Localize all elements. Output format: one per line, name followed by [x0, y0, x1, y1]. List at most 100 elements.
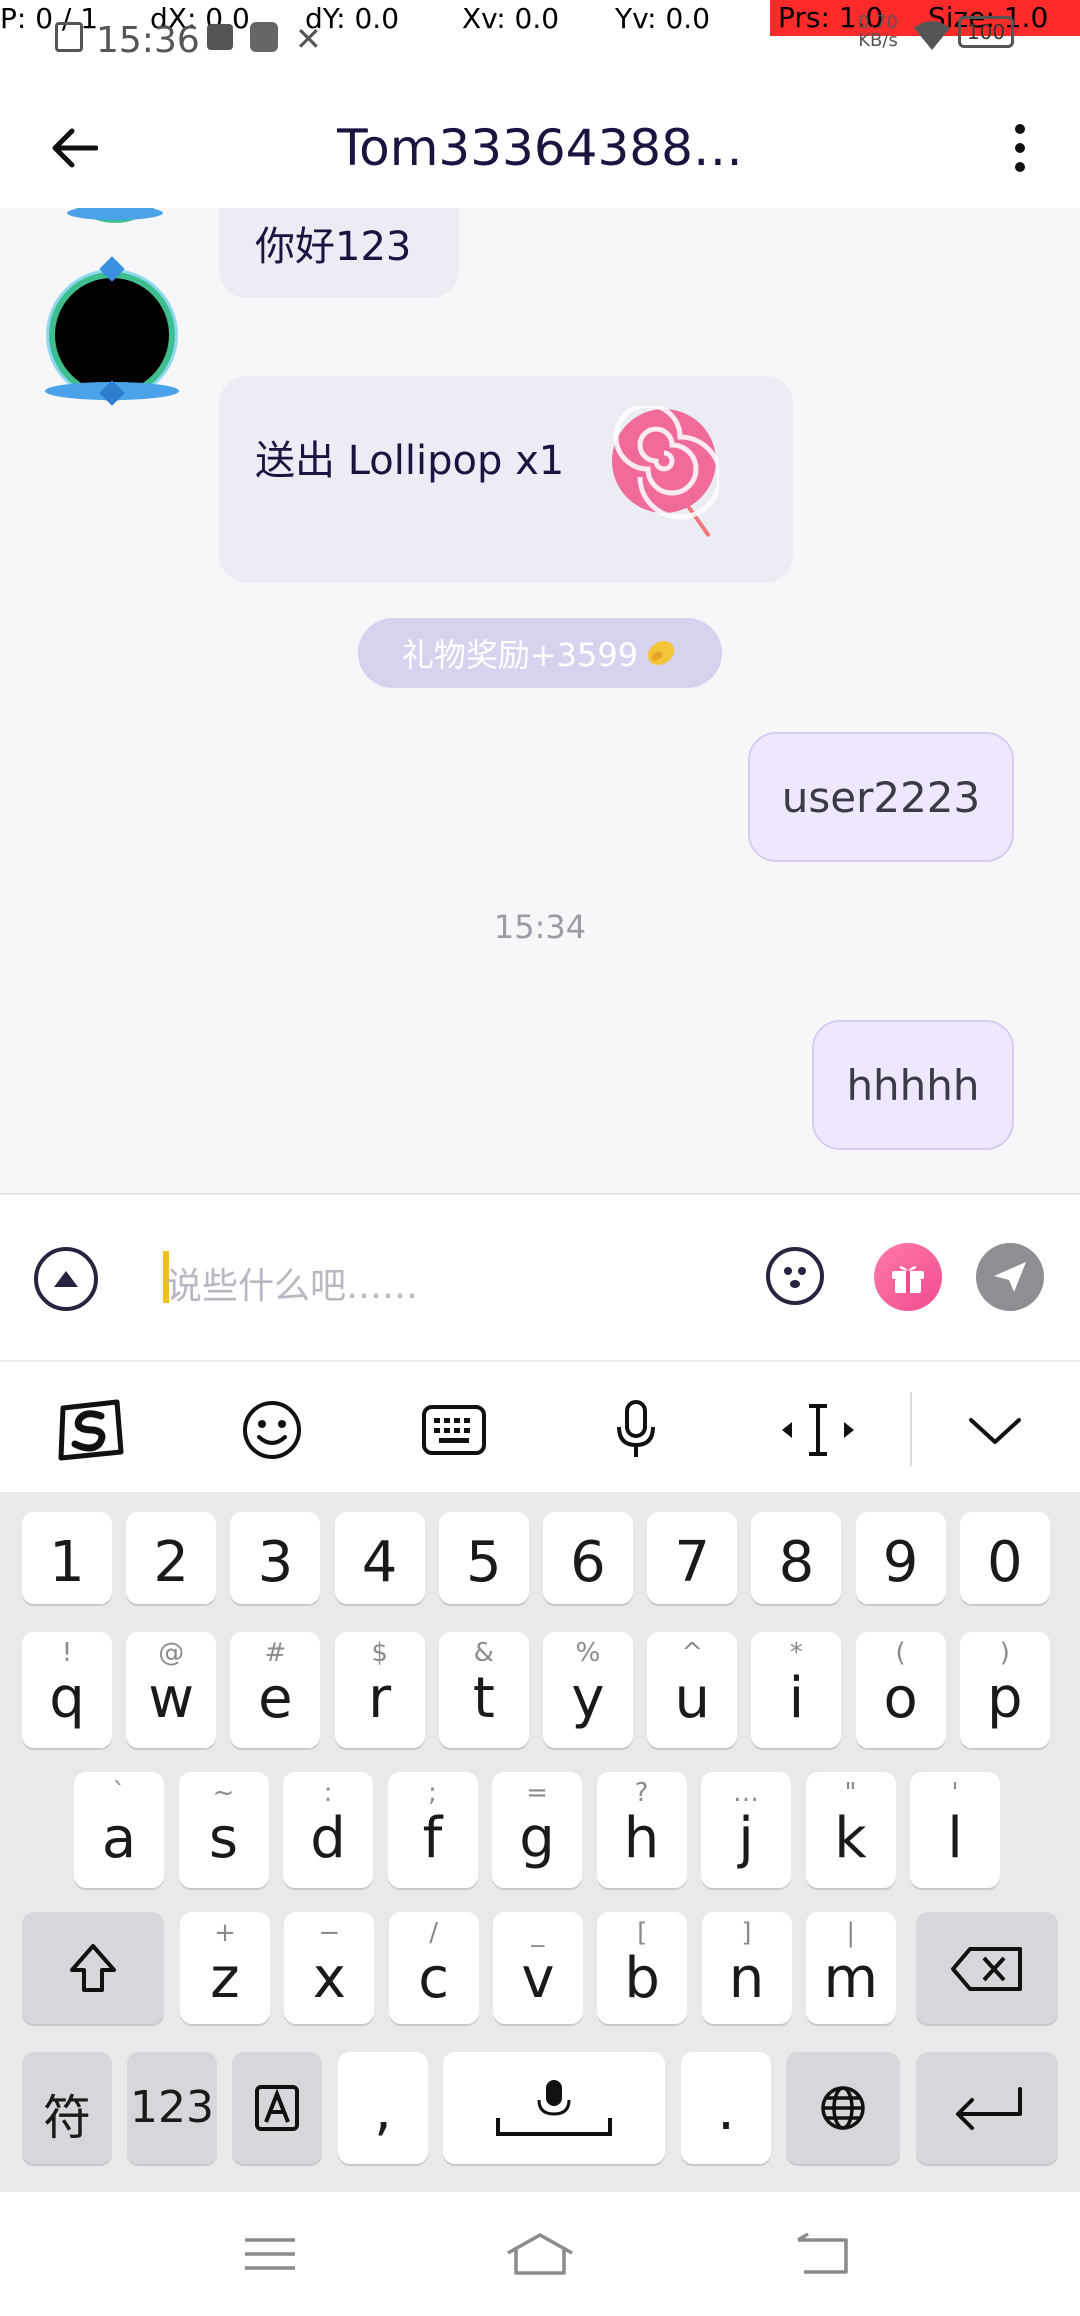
chat-title[interactable]: Tom33364388… [200, 108, 880, 188]
numbers-key-label: 123 [130, 2082, 214, 2133]
outgoing-message-bubble[interactable]: hhhhh [812, 1020, 1014, 1150]
period-key[interactable]: . [681, 2052, 771, 2164]
space-key[interactable] [443, 2052, 665, 2164]
letter-key-l[interactable]: ' l [910, 1772, 1000, 1888]
back-button[interactable] [40, 118, 110, 178]
key-secondary-label: ? [634, 1778, 649, 1808]
language-key[interactable] [786, 2052, 900, 2164]
key-label: 1 [49, 1530, 85, 1595]
keyboard-emoji-button[interactable] [232, 1390, 312, 1470]
letter-key-o[interactable]: (o [855, 1632, 946, 1748]
battery-icon: 100 [958, 16, 1014, 48]
more-options-button[interactable] [990, 118, 1050, 178]
key-label: 4 [361, 1530, 398, 1595]
letter-key-p[interactable]: ) p [959, 1632, 1050, 1748]
letter-key-t[interactable]: & t [438, 1632, 529, 1748]
letter-key-e[interactable]: # e [230, 1632, 321, 1748]
hide-keyboard-button[interactable] [955, 1390, 1035, 1470]
letter-key-j[interactable]: … j [701, 1772, 791, 1888]
key-label: z [210, 1946, 240, 2011]
number-key-5[interactable]: 5 [438, 1512, 529, 1604]
message-list[interactable]: 你好123 送出 Lollipop x1 礼物奖励+3599 user2223 … [0, 208, 1080, 1193]
letter-key-d[interactable]: :d [283, 1772, 373, 1888]
key-label: k [834, 1806, 867, 1871]
voice-input-button[interactable] [596, 1390, 676, 1470]
letter-key-w[interactable]: @ w [126, 1632, 217, 1748]
gift-button[interactable] [874, 1243, 942, 1311]
number-key-6[interactable]: 6 [543, 1512, 633, 1604]
number-key-7[interactable]: 7 [647, 1512, 738, 1604]
letter-key-q[interactable]: ! q [22, 1632, 112, 1748]
number-key-3[interactable]: 3 [230, 1512, 321, 1604]
letter-key-f[interactable]: ; f [387, 1772, 478, 1888]
soft-keyboard: 1234567890 ! q @ w # e $ r & t% y ^ u * i(o) p ` a ~ s: d; f… [0, 1492, 1080, 2192]
key-secondary-label: ) [999, 1638, 1010, 1668]
enter-key[interactable] [916, 2052, 1058, 2164]
back-return-icon [797, 2232, 848, 2274]
comma-key[interactable]: , [338, 2052, 428, 2164]
letter-key-c[interactable]: / c [388, 1912, 479, 2024]
gift-message-bubble[interactable]: 送出 Lollipop x1 [219, 376, 793, 583]
text-cursor-icon [782, 1404, 854, 1456]
letter-key-m[interactable]: | m [805, 1912, 896, 2024]
key-secondary-label: # [264, 1638, 287, 1668]
menu-lines-icon [245, 2238, 295, 2270]
outgoing-message-bubble[interactable]: user2223 [748, 732, 1014, 862]
microphone-icon [617, 1400, 655, 1457]
number-key-9[interactable]: 9 [855, 1512, 946, 1604]
sogou-logo-button[interactable] [50, 1390, 130, 1470]
input-mode-key[interactable] [232, 2052, 322, 2164]
recent-apps-button[interactable] [230, 2222, 310, 2286]
cursor-move-button[interactable] [778, 1390, 858, 1470]
number-key-4[interactable]: 4 [334, 1512, 425, 1604]
letter-key-r[interactable]: $ r [334, 1632, 425, 1748]
letter-key-x[interactable]: − x [284, 1912, 375, 2024]
key-label: d [310, 1806, 346, 1871]
letter-key-y[interactable]: % y [543, 1632, 633, 1748]
key-label: n [728, 1946, 765, 2011]
key-label: 0 [986, 1530, 1023, 1595]
letter-key-h[interactable]: ? h [596, 1772, 687, 1888]
avatar[interactable] [45, 256, 179, 408]
symbols-key[interactable]: 符 [22, 2052, 112, 2164]
send-icon [994, 1262, 1026, 1292]
number-key-1[interactable]: 1 [22, 1512, 112, 1604]
letter-key-z[interactable]: + z [180, 1912, 270, 2024]
message-text: 你好123 [255, 224, 412, 270]
key-label: g [519, 1806, 555, 1871]
key-label: j [738, 1806, 754, 1871]
key-secondary-label: ] [741, 1918, 752, 1948]
symbols-key-label: 符 [42, 2090, 91, 2146]
home-button[interactable] [500, 2222, 580, 2286]
shift-key[interactable] [22, 1912, 164, 2024]
letter-key-s[interactable]: ~ s [178, 1772, 269, 1888]
message-input[interactable]: 说些什么吧…… [150, 1225, 750, 1335]
number-key-8[interactable]: 8 [751, 1512, 842, 1604]
letter-key-b[interactable]: [b [597, 1912, 688, 2024]
emoji-button[interactable] [766, 1247, 824, 1305]
usb-debug-icon [250, 22, 278, 52]
letter-key-a[interactable]: ` a [74, 1772, 164, 1888]
send-button[interactable] [976, 1243, 1044, 1311]
letter-key-g[interactable]: = g [492, 1772, 582, 1888]
backspace-key[interactable] [916, 1912, 1058, 2024]
key-secondary-label: … [733, 1778, 759, 1808]
number-key-2[interactable]: 2 [126, 1512, 217, 1604]
letter-key-n[interactable]: ] n [701, 1912, 792, 2024]
incoming-message-bubble[interactable]: 你好123 [219, 208, 459, 298]
keyboard-layout-button[interactable] [414, 1390, 494, 1470]
network-speed: 0.70 KB/s [858, 14, 898, 50]
key-label: m [823, 1946, 879, 2011]
letter-key-v[interactable]: _ v [492, 1912, 583, 2024]
letter-key-i[interactable]: * i [751, 1632, 842, 1748]
lollipop-icon [612, 406, 719, 538]
letter-key-u[interactable]: ^ u [647, 1632, 738, 1748]
numbers-key[interactable]: 123 [127, 2052, 217, 2164]
key-label: c [418, 1946, 449, 2011]
letter-key-k[interactable]: " k [805, 1772, 896, 1888]
system-back-button[interactable] [782, 2222, 862, 2286]
expand-panel-button[interactable] [34, 1247, 98, 1311]
number-key-0[interactable]: 0 [959, 1512, 1050, 1604]
key-label: s [208, 1806, 239, 1871]
key-secondary-label: _ [531, 1918, 545, 1948]
